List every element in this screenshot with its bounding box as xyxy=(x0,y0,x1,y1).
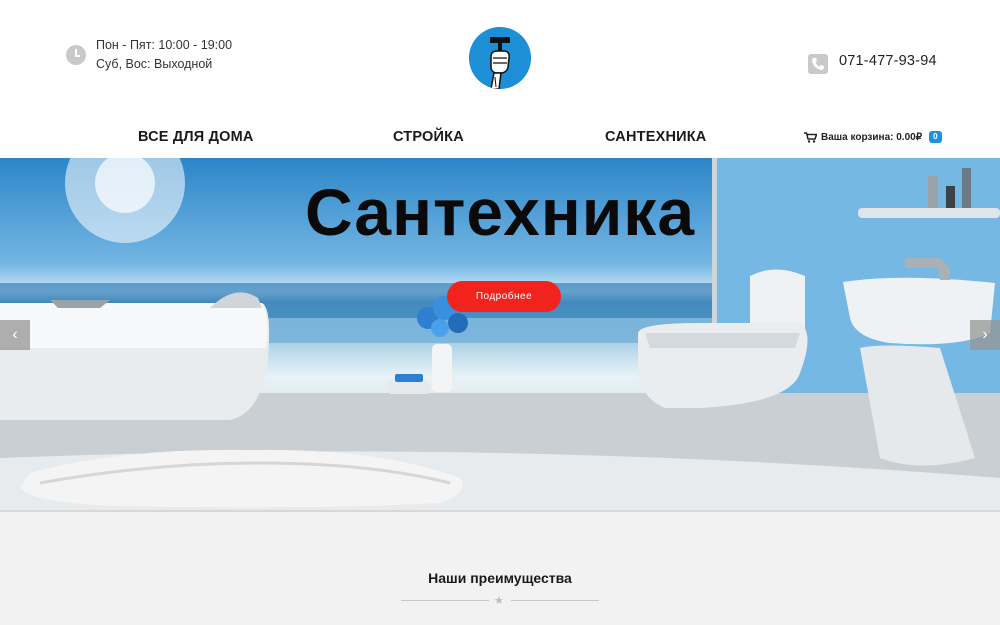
cart-icon xyxy=(804,131,817,143)
chevron-right-icon: › xyxy=(982,326,988,343)
hours-weekend: Суб, Вос: Выходной xyxy=(96,57,213,71)
nav-item-plumbing[interactable]: САНТЕХНИКА xyxy=(605,129,706,145)
cart-count-badge: 0 xyxy=(929,131,942,143)
prev-slide-button[interactable]: ‹ xyxy=(0,320,30,350)
nav-item-construction[interactable]: СТРОЙКА xyxy=(393,129,464,145)
star-icon: ★ xyxy=(494,595,504,607)
clock-icon xyxy=(66,45,86,65)
divider-line-left xyxy=(401,600,489,601)
logo[interactable] xyxy=(469,27,531,89)
hours-weekdays: Пон - Пят: 10:00 - 19:00 xyxy=(96,38,233,52)
main-nav: ВСЕ ДЛЯ ДОМА СТРОЙКА САНТЕХНИКА Ваша кор… xyxy=(0,118,1000,158)
details-button[interactable]: Подробнее xyxy=(447,281,561,312)
next-slide-button[interactable]: › xyxy=(970,320,1000,350)
page: Пон - Пят: 10:00 - 19:00 Суб, Вос: Выход… xyxy=(0,0,1000,625)
chevron-left-icon: ‹ xyxy=(12,326,18,343)
hammer-hand-icon xyxy=(469,27,531,89)
hero-slider: Сантехника Подробнее ‹ › xyxy=(0,158,1000,510)
phone[interactable]: 071-477-93-94 xyxy=(808,48,937,74)
title-divider: ★ xyxy=(401,595,599,607)
divider-line-right xyxy=(511,600,599,601)
cart-label: Ваша корзина: 0.00₽ xyxy=(821,131,923,143)
advantages-section: Наши преимущества ★ xyxy=(0,512,1000,625)
working-hours: Пон - Пят: 10:00 - 19:00 Суб, Вос: Выход… xyxy=(66,36,232,74)
hero-title: Сантехника xyxy=(304,175,696,249)
nav-item-home[interactable]: ВСЕ ДЛЯ ДОМА xyxy=(138,129,254,145)
phone-number[interactable]: 071-477-93-94 xyxy=(839,53,937,69)
phone-icon xyxy=(808,54,828,74)
hours-text: Пон - Пят: 10:00 - 19:00 Суб, Вос: Выход… xyxy=(96,36,232,74)
cart[interactable]: Ваша корзина: 0.00₽ 0 xyxy=(804,131,942,143)
header: Пон - Пят: 10:00 - 19:00 Суб, Вос: Выход… xyxy=(0,0,1000,118)
section-title: Наши преимущества xyxy=(428,570,572,586)
